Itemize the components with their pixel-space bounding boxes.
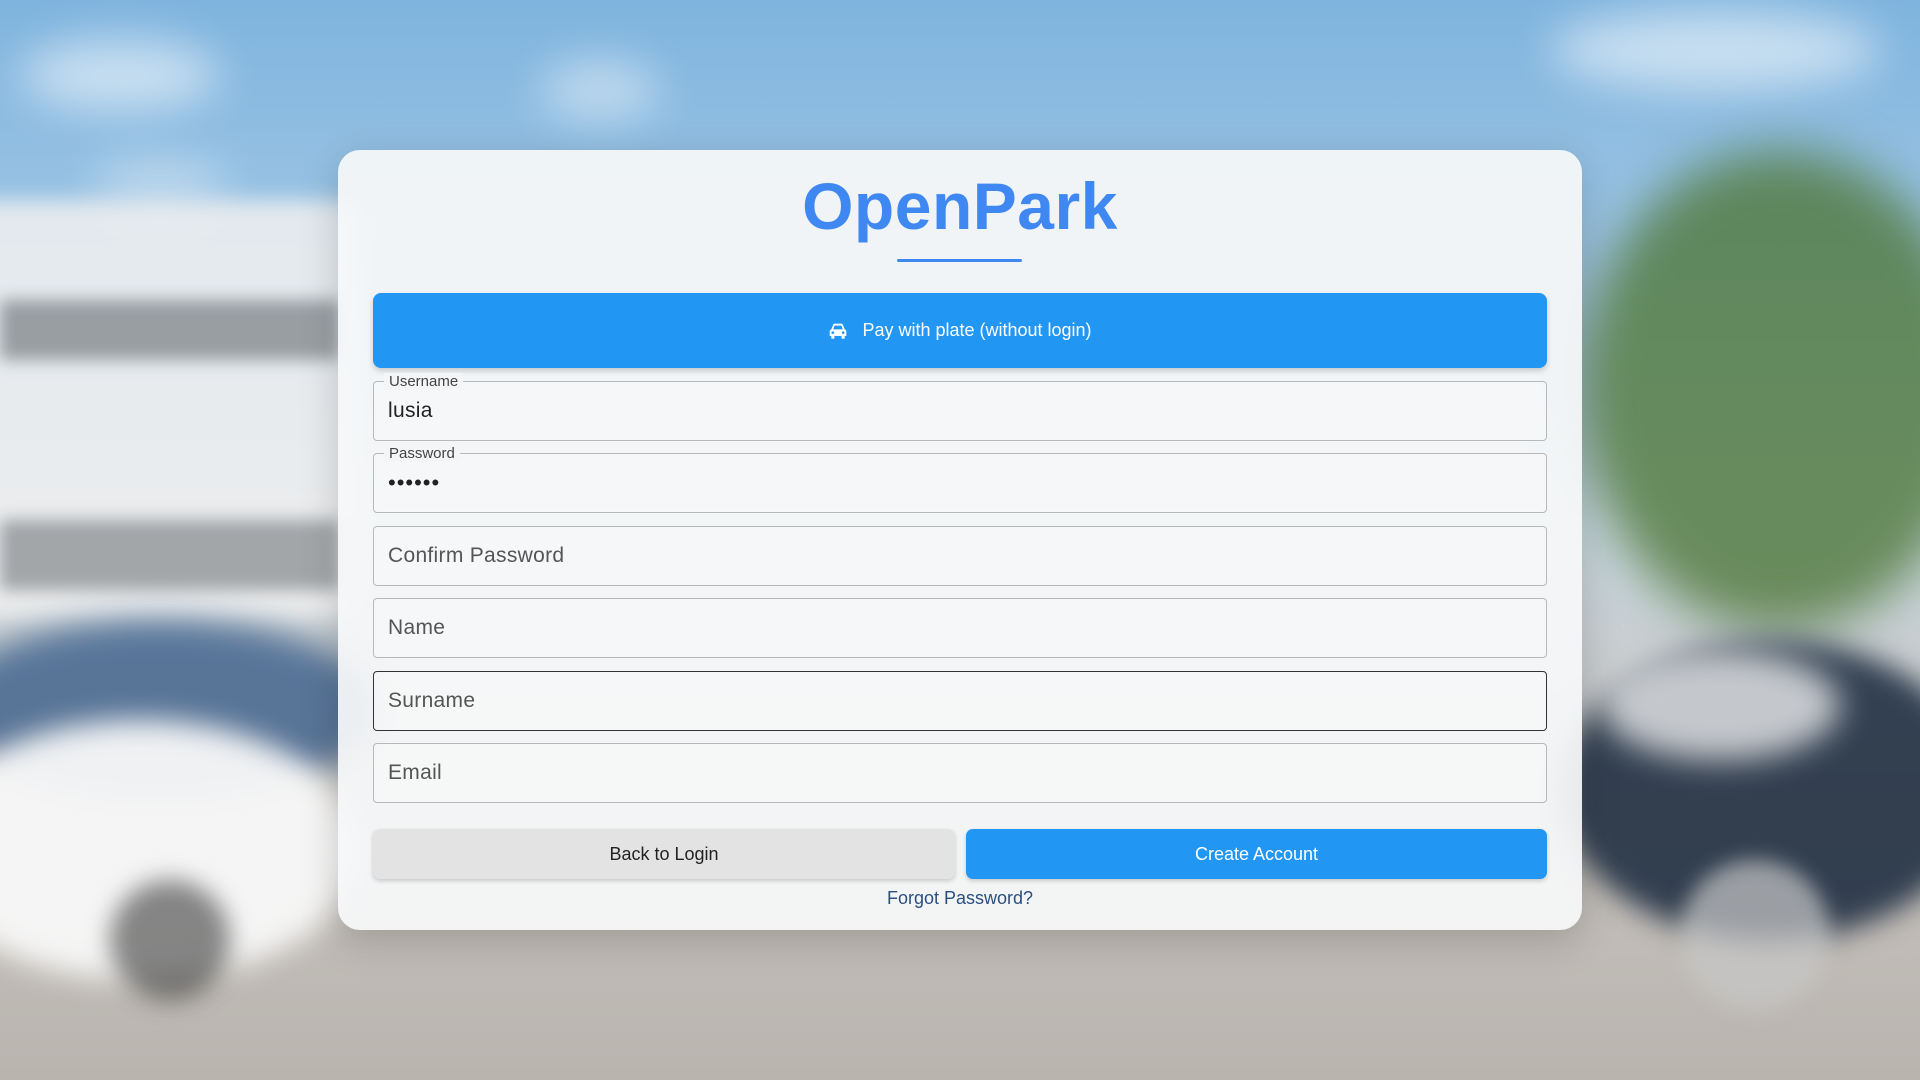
surname-input[interactable] [388,672,1528,730]
email-field [373,743,1547,803]
pay-with-plate-button[interactable]: Pay with plate (without login) [373,293,1547,368]
confirm-password-input[interactable] [388,527,1528,585]
title-underline [897,259,1022,262]
back-to-login-button[interactable]: Back to Login [373,829,955,879]
app-title: OpenPark [802,169,1118,243]
pay-with-plate-label: Pay with plate (without login) [862,320,1092,340]
password-field: Password [373,445,1547,513]
signup-card: OpenPark Pay with plate (without login) … [338,150,1582,930]
email-input[interactable] [388,744,1528,802]
car-icon [830,323,847,339]
name-input[interactable] [388,599,1528,657]
forgot-password-link[interactable]: Forgot Password? [338,888,1582,909]
password-input[interactable] [388,454,1528,512]
confirm-password-field [373,526,1547,586]
username-input[interactable] [388,382,1528,440]
username-field: Username [373,373,1547,441]
name-field [373,598,1547,658]
surname-field [373,671,1547,731]
create-account-button[interactable]: Create Account [966,829,1547,879]
